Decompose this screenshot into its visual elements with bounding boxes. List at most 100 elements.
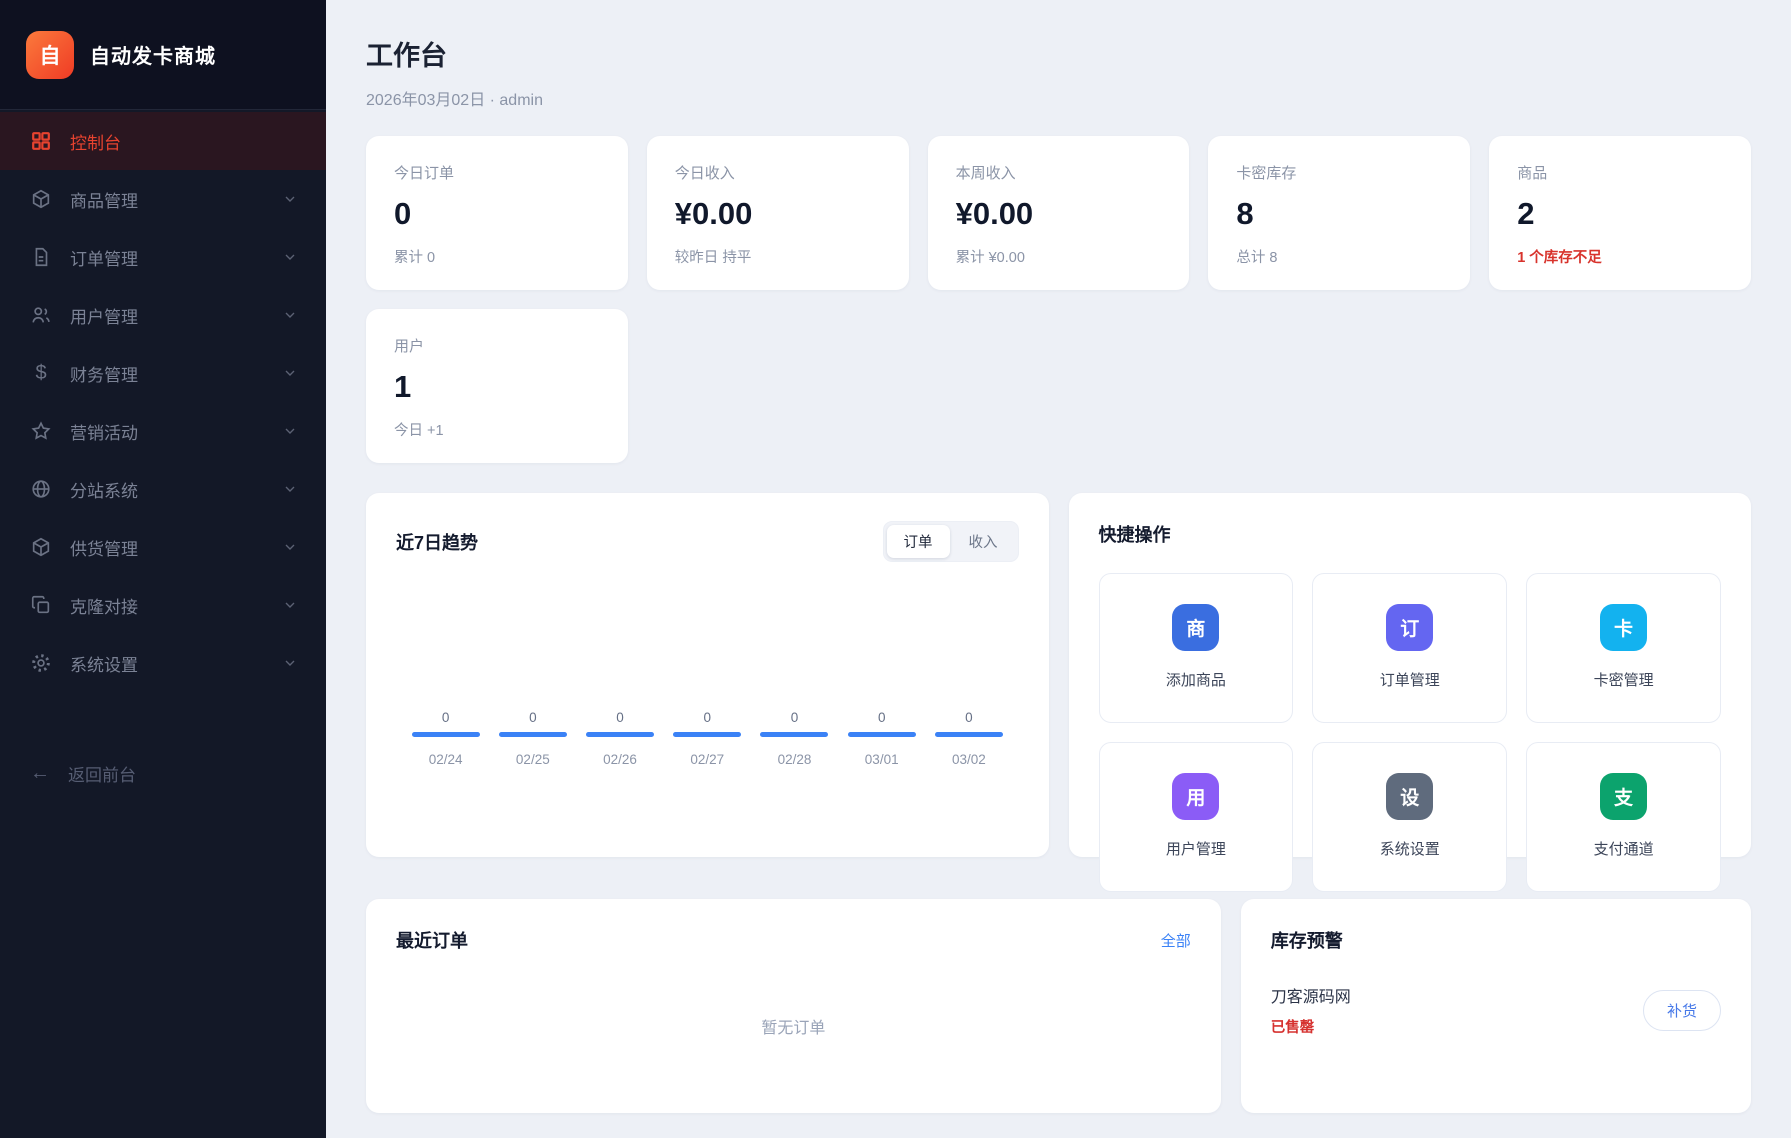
trend-header: 近7日趋势 订单 收入 [396,521,1019,562]
trend-title: 近7日趋势 [396,529,478,555]
back-to-frontend[interactable]: ← 返回前台 [0,744,326,802]
sold-out-badge: 已售罄 [1271,1016,1351,1037]
bar [586,732,654,737]
stat-label: 今日收入 [675,162,881,183]
sidebar-item-users[interactable]: 用户管理 [0,286,326,344]
product-name: 刀客源码网 [1271,983,1351,1007]
quick-action-label: 系统设置 [1380,838,1440,859]
stats-row-2: 用户 1 今日 +1 [366,309,1751,463]
view-all-link[interactable]: 全部 [1161,930,1191,951]
bar-date: 03/01 [865,752,899,767]
app-logo: 自 [26,31,74,79]
stock-alert-title: 库存预警 [1271,927,1721,953]
chart-column: 0 03/01 [838,710,925,767]
bar-date: 02/26 [603,752,637,767]
bar-value: 0 [878,710,886,725]
globe-icon [30,478,52,500]
quick-actions-grid: 商 添加商品 订 订单管理 卡 卡密管理 用 用户管理 设 系统设置 [1099,573,1722,892]
sidebar-item-settings[interactable]: 系统设置 [0,634,326,692]
trend-chart: 0 02/24 0 02/25 0 02/26 0 02/27 [396,562,1019,829]
stat-sub: 累计 ¥0.00 [956,246,1162,267]
stat-label: 用户 [394,335,600,356]
stat-sub-low-stock: 1 个库存不足 [1517,246,1723,267]
sidebar-item-products[interactable]: 商品管理 [0,170,326,228]
stat-label: 本周收入 [956,162,1162,183]
bar-date: 02/24 [429,752,463,767]
stat-value: 0 [394,196,600,232]
chart-column: 0 02/24 [402,710,489,767]
chevron-down-icon [282,597,298,613]
sidebar-item-finance[interactable]: $ 财务管理 [0,344,326,402]
chevron-down-icon [282,423,298,439]
chevron-down-icon [282,307,298,323]
chevron-down-icon [282,191,298,207]
sidebar-item-label: 订单管理 [70,245,282,270]
sidebar-item-marketing[interactable]: 营销活动 [0,402,326,460]
quick-action-label: 订单管理 [1380,669,1440,690]
bar [848,732,916,737]
bar-date: 02/28 [778,752,812,767]
stat-value: ¥0.00 [675,196,881,232]
stock-alert-item-info: 刀客源码网 已售罄 [1271,983,1351,1037]
dashboard-grid-icon [30,130,52,152]
recent-orders-title: 最近订单 [396,927,468,953]
bar [760,732,828,737]
add-product-icon: 商 [1172,604,1219,651]
sidebar-header: 自 自动发卡商城 [0,0,326,110]
chart-column: 0 03/02 [925,710,1012,767]
sidebar-item-label: 系统设置 [70,651,282,676]
dollar-icon: $ [30,362,52,384]
bar-date: 02/25 [516,752,550,767]
back-to-frontend-label: 返回前台 [68,761,136,786]
bar-value: 0 [791,710,799,725]
tab-revenue[interactable]: 收入 [952,525,1015,558]
chevron-down-icon [282,655,298,671]
chart-column: 0 02/26 [576,710,663,767]
quick-action-order-management[interactable]: 订 订单管理 [1312,573,1507,723]
sidebar-item-clone[interactable]: 克隆对接 [0,576,326,634]
stat-sub: 总计 8 [1236,246,1442,267]
stock-alert-panel: 库存预警 刀客源码网 已售罄 补货 [1241,899,1751,1113]
sidebar-item-label: 商品管理 [70,187,282,212]
quick-action-system-settings[interactable]: 设 系统设置 [1312,742,1507,892]
stats-row-1: 今日订单 0 累计 0 今日收入 ¥0.00 较昨日 持平 本周收入 ¥0.00… [366,136,1751,290]
bar-value: 0 [616,710,624,725]
sidebar-item-substations[interactable]: 分站系统 [0,460,326,518]
sidebar-item-label: 财务管理 [70,361,282,386]
sidebar-item-orders[interactable]: 订单管理 [0,228,326,286]
stat-label: 卡密库存 [1236,162,1442,183]
stat-value: 8 [1236,196,1442,232]
quick-action-card-management[interactable]: 卡 卡密管理 [1526,573,1721,723]
restock-button[interactable]: 补货 [1643,990,1721,1031]
stat-card-products: 商品 2 1 个库存不足 [1489,136,1751,290]
bar [412,732,480,737]
sidebar-item-supply[interactable]: 供货管理 [0,518,326,576]
stat-label: 今日订单 [394,162,600,183]
chart-column: 0 02/28 [751,710,838,767]
bar-value: 0 [704,710,712,725]
bar [935,732,1003,737]
chevron-down-icon [282,481,298,497]
quick-action-add-product[interactable]: 商 添加商品 [1099,573,1294,723]
quick-actions-title: 快捷操作 [1099,521,1722,547]
quick-action-label: 添加商品 [1166,669,1226,690]
stat-card-today-orders: 今日订单 0 累计 0 [366,136,628,290]
app-title: 自动发卡商城 [90,40,216,69]
tab-orders[interactable]: 订单 [887,525,950,558]
bar-value: 0 [442,710,450,725]
sidebar-item-label: 克隆对接 [70,593,282,618]
quick-action-label: 卡密管理 [1594,669,1654,690]
sidebar-item-dashboard[interactable]: 控制台 [0,112,326,170]
star-icon [30,420,52,442]
quick-action-payment-channel[interactable]: 支 支付通道 [1526,742,1721,892]
stat-card-week-revenue: 本周收入 ¥0.00 累计 ¥0.00 [928,136,1190,290]
stat-sub: 今日 +1 [394,419,600,440]
orders-empty-state: 暂无订单 [396,953,1191,1085]
stat-card-today-revenue: 今日收入 ¥0.00 较昨日 持平 [647,136,909,290]
stat-card-card-stock: 卡密库存 8 总计 8 [1208,136,1470,290]
stat-sub: 较昨日 持平 [675,246,881,267]
chevron-down-icon [282,365,298,381]
quick-action-user-management[interactable]: 用 用户管理 [1099,742,1294,892]
stat-label: 商品 [1517,162,1723,183]
main-content: 工作台 2026年03月02日 · admin 今日订单 0 累计 0 今日收入… [326,0,1791,1138]
